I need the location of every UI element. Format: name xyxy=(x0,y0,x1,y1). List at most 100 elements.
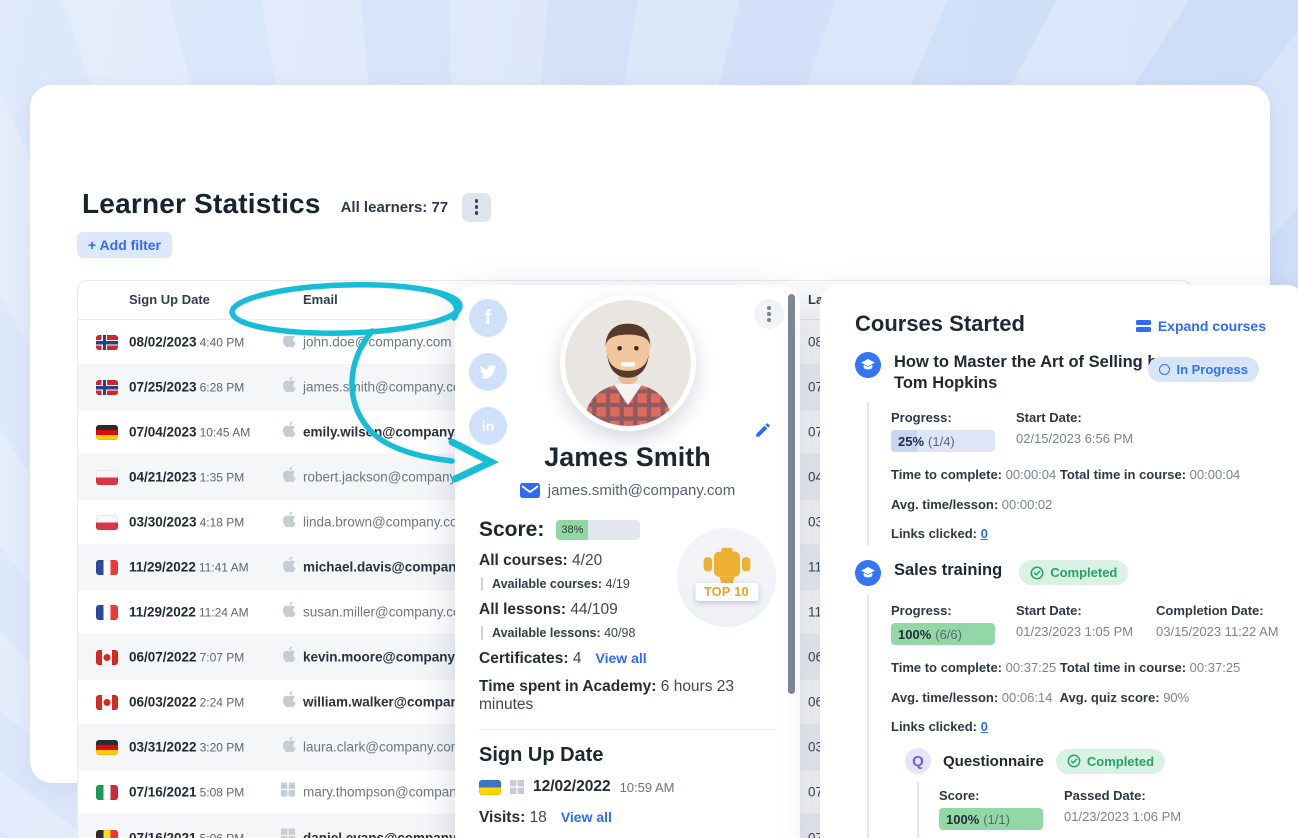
apple-icon xyxy=(281,331,296,348)
add-filter-button[interactable]: + Add filter xyxy=(77,232,172,258)
profile-scrollbar[interactable] xyxy=(788,294,795,694)
apple-icon xyxy=(281,421,296,438)
signup-time: 11:41 AM xyxy=(199,561,249,575)
page-title: Learner Statistics xyxy=(82,188,321,220)
signup-time: 11:24 AM xyxy=(199,606,249,620)
graduation-cap-icon xyxy=(855,560,881,586)
status-badge-completed: Completed xyxy=(1019,560,1128,585)
apple-icon xyxy=(281,646,296,663)
os-icon-cell xyxy=(281,783,295,802)
signup-date-cell: 11/29/202211:41 AM xyxy=(129,560,249,575)
country-flag-icon xyxy=(96,380,118,395)
profile-email[interactable]: james.smith@company.com xyxy=(548,482,736,499)
country-flag-icon xyxy=(96,740,118,755)
country-flag-icon xyxy=(96,425,118,440)
linkedin-icon[interactable]: in xyxy=(469,407,507,445)
status-badge-in-progress: In Progress xyxy=(1148,357,1259,382)
apple-icon xyxy=(281,556,296,573)
top10-label: TOP 10 xyxy=(695,583,758,601)
twitter-icon[interactable] xyxy=(469,353,507,391)
signup-date-cell: 06/03/20222:24 PM xyxy=(129,695,244,710)
view-all-certificates-link[interactable]: View all xyxy=(596,650,647,666)
profile-email-row[interactable]: james.smith@company.com xyxy=(455,482,800,499)
country-flag-icon xyxy=(96,470,118,485)
course-item-2: Sales training Completed xyxy=(855,560,1298,586)
questionnaire-item: Q Questionnaire Completed xyxy=(905,748,1298,774)
country-flag-icon xyxy=(96,695,118,710)
expand-courses-link[interactable]: Expand courses xyxy=(1136,318,1266,334)
stat-time-academy: Time spent in Academy: 6 hours 23 minute… xyxy=(479,678,776,714)
email-text[interactable]: james.smith@company.com xyxy=(303,380,472,395)
os-icon-cell xyxy=(281,466,296,488)
col-sign-up-date[interactable]: Sign Up Date xyxy=(129,292,210,308)
links-clicked-value[interactable]: 0 xyxy=(981,526,988,541)
email-text[interactable]: linda.brown@company.com xyxy=(303,515,469,530)
title-menu-button[interactable] xyxy=(462,193,491,222)
windows-icon xyxy=(510,780,524,794)
progress-bar: 25% (1/4) xyxy=(891,430,995,452)
course-details: Progress: 100% (6/6) Start Date: 01/23/2… xyxy=(867,595,1298,838)
edit-button[interactable] xyxy=(754,421,772,444)
windows-icon xyxy=(281,828,295,838)
score-bar: 100% (1/1) xyxy=(939,808,1043,830)
profile-menu-button[interactable] xyxy=(754,299,784,329)
all-learners-count: All learners: 77 xyxy=(341,199,449,216)
ukraine-flag-icon xyxy=(479,780,501,795)
signup-date-cell: 06/07/20227:07 PM xyxy=(129,650,244,665)
completion-date: 03/15/2023 11:22 AM xyxy=(1156,624,1279,639)
visits-row: Visits: 18View all xyxy=(479,809,776,827)
signup-time: 3:20 PM xyxy=(200,741,245,755)
score-label: Score: xyxy=(479,518,544,542)
signup-date-cell: 11/29/202211:24 AM xyxy=(129,605,249,620)
profile-signup-row: 12/02/2022 10:59 AM xyxy=(479,778,776,796)
col-email[interactable]: Email xyxy=(303,292,338,308)
facebook-icon[interactable]: f xyxy=(469,299,507,337)
progress-percent: 25% xyxy=(898,434,924,449)
signup-time: 4:40 PM xyxy=(200,336,245,350)
learner-profile-card: f in xyxy=(455,285,800,838)
apple-icon xyxy=(281,376,296,393)
expand-icon xyxy=(1136,320,1151,333)
email-cell[interactable]: john.doe@company.com xyxy=(303,335,473,350)
signup-date-cell: 04/21/20231:35 PM xyxy=(129,470,244,485)
in-progress-icon xyxy=(1159,364,1170,375)
passed-date-label: Passed Date: xyxy=(1064,788,1204,803)
progress-fraction: (6/6) xyxy=(935,627,962,642)
apple-icon xyxy=(281,466,296,483)
top10-badge: TOP 10 xyxy=(677,528,776,627)
country-flag-icon xyxy=(96,560,118,575)
email-text[interactable]: laura.clark@company.com xyxy=(303,740,462,755)
country-flag-icon xyxy=(96,785,118,800)
course-item-1: How to Master the Art of Selling by Tom … xyxy=(855,352,1298,393)
os-icon-cell xyxy=(281,376,296,398)
divider xyxy=(479,729,776,730)
progress-percent: 100% xyxy=(898,627,931,642)
course-title: Sales training xyxy=(894,560,1002,581)
os-icon-cell xyxy=(281,828,295,838)
signup-date-cell: 07/25/20236:28 PM xyxy=(129,380,244,395)
signup-date-cell: 07/04/202310:45 AM xyxy=(129,425,250,440)
signup-date-cell: 08/02/20234:40 PM xyxy=(129,335,244,350)
passed-date: 01/23/2023 1:06 PM xyxy=(1064,809,1204,824)
more-options-icon xyxy=(475,199,479,215)
apple-icon xyxy=(281,511,296,528)
stat-certificates: Certificates: 4View all xyxy=(479,650,776,668)
apple-icon xyxy=(281,601,296,618)
check-circle-icon xyxy=(1067,754,1081,768)
signup-date-cell: 07/16/20215:06 PM xyxy=(129,830,244,838)
start-date-label: Start Date: xyxy=(1016,410,1156,425)
score-fraction: (1/1) xyxy=(983,812,1010,827)
apple-icon xyxy=(281,691,296,708)
page-background: Learner Statistics All learners: 77 + Ad… xyxy=(0,0,1298,838)
questionnaire-title: Questionnaire xyxy=(943,753,1044,770)
score-label: Score: xyxy=(939,788,1064,803)
signup-date-cell: 07/16/20215:08 PM xyxy=(129,785,244,800)
view-all-visits-link[interactable]: View all xyxy=(561,809,612,825)
email-text[interactable]: susan.miller@company.com xyxy=(303,605,472,620)
signup-time: 5:06 PM xyxy=(200,831,245,838)
avatar xyxy=(560,295,696,431)
os-icon-cell xyxy=(281,331,296,353)
links-clicked-value[interactable]: 0 xyxy=(981,719,988,734)
os-icon-cell xyxy=(281,421,296,443)
email-text[interactable]: john.doe@company.com xyxy=(303,335,452,350)
